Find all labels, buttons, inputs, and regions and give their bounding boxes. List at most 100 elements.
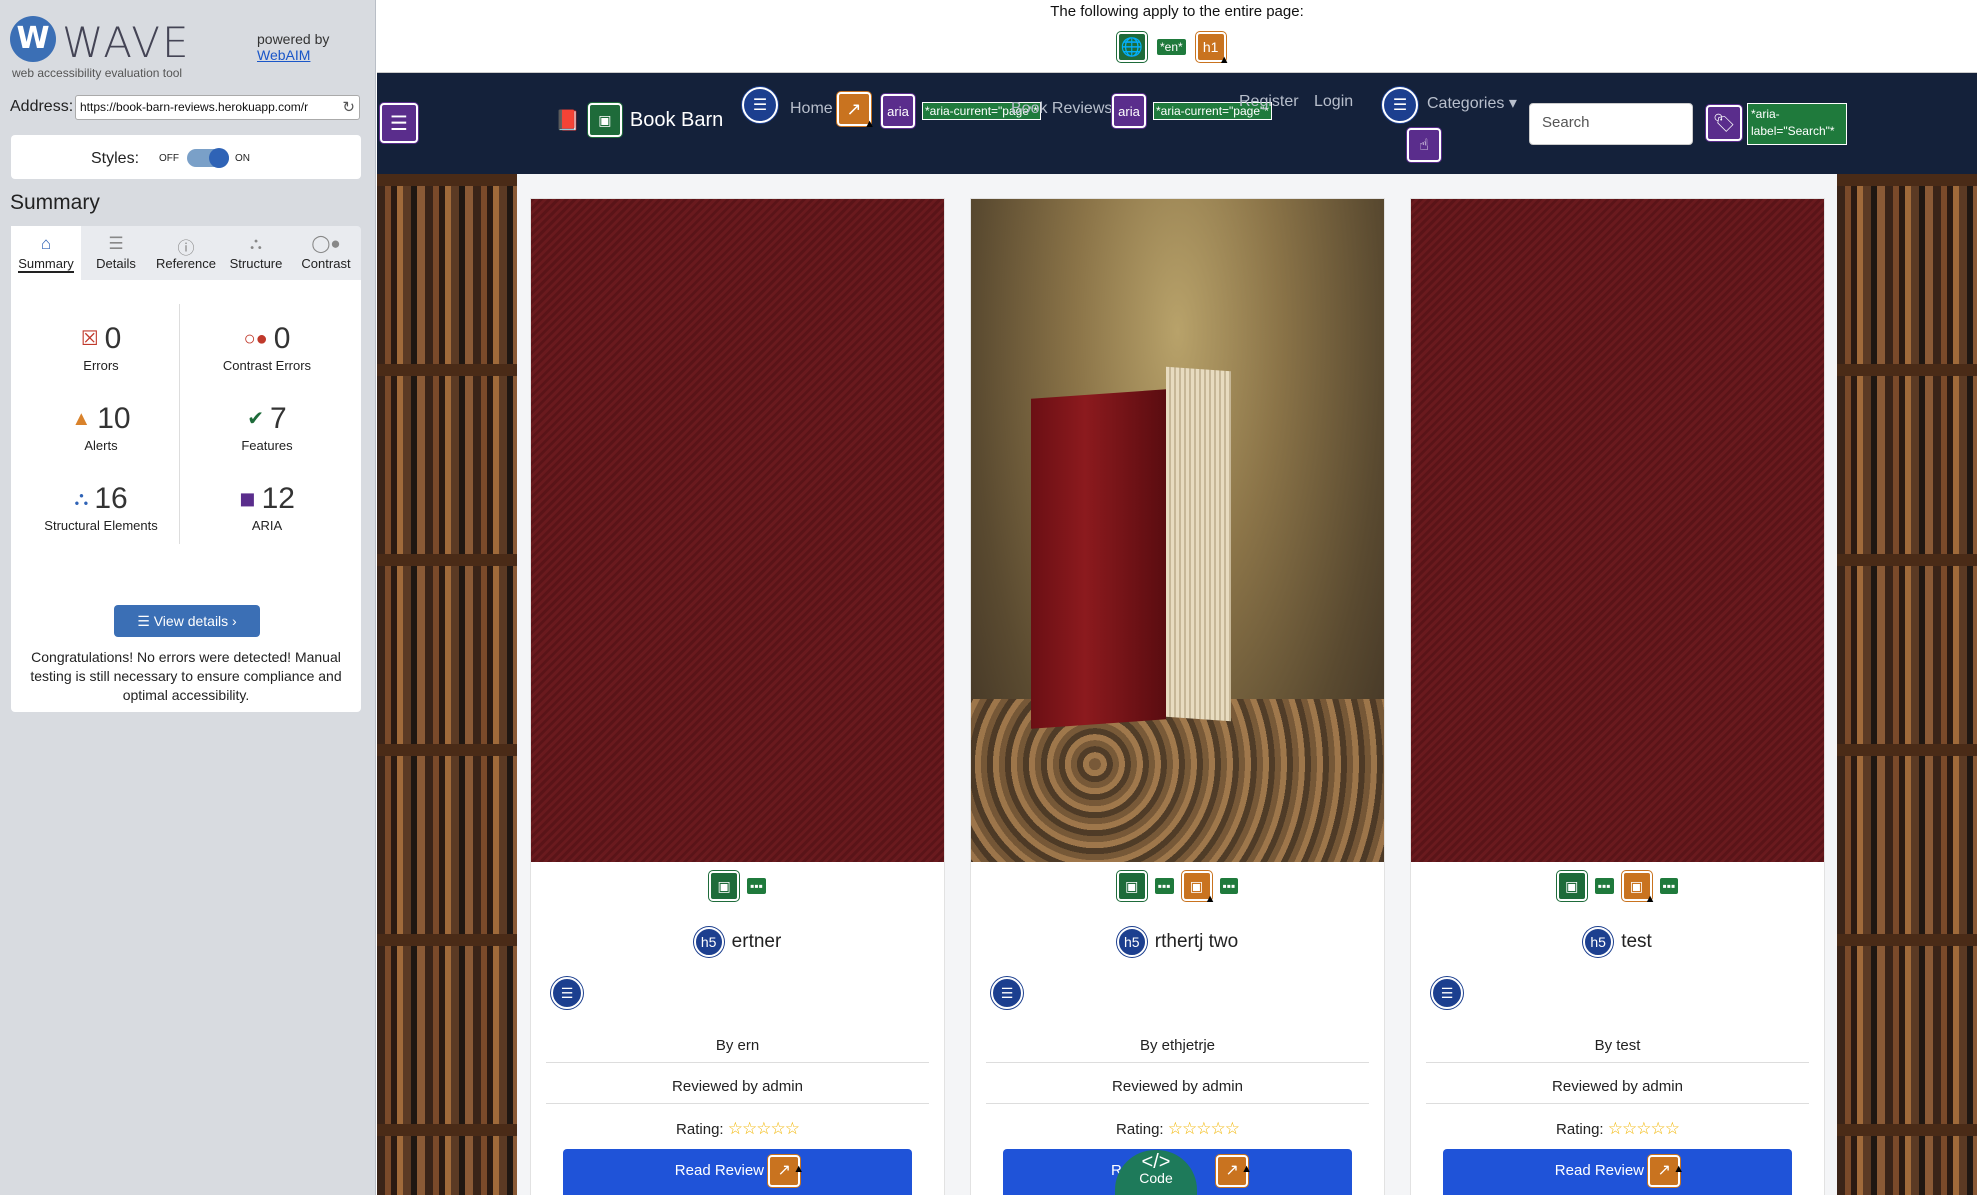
refresh-icon[interactable]: ↻ [342, 98, 355, 116]
card-author: By ethjetrje [986, 1029, 1369, 1063]
aria-cube-icon: ◼ [239, 488, 256, 510]
address-label: Address: [10, 98, 74, 115]
rating-stars: ☆☆☆☆☆ [727, 1119, 800, 1138]
stat-aria: ◼ 12 ARIA [187, 482, 347, 533]
warning-icon: ▲ [1673, 1163, 1685, 1176]
tab-label: Details [96, 256, 136, 271]
powered-by-text: powered by [257, 31, 330, 47]
alerts-count: 10 [97, 402, 131, 435]
code-brackets-icon: </> [1141, 1151, 1171, 1173]
card-image[interactable] [1411, 199, 1824, 862]
styles-on-label: ON [235, 153, 250, 164]
suspicious-alt-alert-icon: ▣ ▲ [1621, 871, 1656, 905]
address-value: https://book-barn-reviews.herokuapp.com/… [80, 100, 309, 114]
aria-label: ARIA [251, 518, 283, 533]
card-title: h5 ertner [531, 927, 944, 957]
contrast-error-icon: ○● [243, 328, 268, 350]
heading-h5-icon: h5 [1116, 927, 1147, 957]
card-image[interactable] [531, 199, 944, 862]
image-alt-icon: ▣ [587, 103, 622, 137]
styles-toggle-row: Styles: OFF ON [11, 135, 361, 179]
nav-login-link[interactable]: Login [1314, 93, 1353, 111]
tab-structure[interactable]: ⛬ Structure [221, 226, 291, 280]
rating-label: Rating: [1556, 1121, 1604, 1138]
read-review-button[interactable]: Read Review ↗ ▲ [1443, 1149, 1792, 1195]
warning-icon: ▲ [864, 118, 875, 130]
wave-sidebar: W WAVE web accessibility evaluation tool… [0, 0, 376, 1195]
aria-label-tag-icon: 🏷 [1706, 105, 1742, 141]
bookshelf-background-left [377, 174, 517, 1195]
brand[interactable]: 📕 ▣ Book Barn [555, 103, 723, 137]
language-globe-icon[interactable]: 🌐 [1117, 32, 1147, 62]
unordered-list-icon: ☰ [1382, 87, 1418, 123]
alt-text-tag-icon: ▪▪▪ [1659, 878, 1679, 894]
card-title-text: rthertj two [1154, 931, 1239, 952]
caret-down-icon: ▾ [1508, 95, 1517, 112]
unordered-list-icon: ☰ [991, 977, 1023, 1009]
aria-icon: aria [881, 94, 915, 128]
read-review-label: Read Review [674, 1162, 765, 1179]
redundant-link-alert-icon: ↗ ▲ [1648, 1155, 1684, 1188]
webaim-link[interactable]: WebAIM [257, 47, 329, 63]
search-input[interactable]: Search [1529, 103, 1693, 145]
aria-popup-icon: ☝ [1407, 128, 1441, 162]
tab-summary[interactable]: ⌂ Summary [11, 226, 81, 280]
tab-reference[interactable]: ⓘ Reference [151, 226, 221, 280]
warning-icon: ▲ [1218, 54, 1230, 66]
heading-h5-icon: h5 [1583, 927, 1614, 957]
tab-details[interactable]: ☰ Details [81, 226, 151, 280]
card-rating: Rating: ☆☆☆☆☆ [1426, 1111, 1809, 1147]
global-text: The following apply to the entire page: [1050, 3, 1304, 20]
nav-categories-dropdown[interactable]: Categories ▾ [1427, 93, 1517, 113]
styles-toggle[interactable] [187, 148, 229, 168]
alt-text-tag-icon: ▪▪▪ [1594, 878, 1614, 894]
errors-count: 0 [104, 322, 122, 355]
card-wave-icons: ▣ ▪▪▪ ▣ ▲ ▪▪▪ [1411, 871, 1824, 905]
linked-image-icon: ▣ [1556, 871, 1587, 901]
tab-label: Structure [229, 256, 283, 271]
tab-contrast[interactable]: ◯● Contrast [291, 226, 361, 280]
summary-heading: Summary [10, 191, 100, 214]
code-toggle-button[interactable]: </> Code [1115, 1150, 1197, 1195]
wave-subtitle: web accessibility evaluation tool [12, 66, 183, 80]
book-cover-photo [1031, 389, 1166, 729]
missing-h1-alert-icon[interactable]: h1 ▲ [1195, 32, 1230, 66]
card-image[interactable] [971, 199, 1384, 862]
warning-icon: ▲ [793, 1163, 805, 1176]
heading-h5-icon: h5 [693, 927, 724, 957]
rating-stars: ☆☆☆☆☆ [1607, 1119, 1680, 1138]
book-logo-icon: 📕 [555, 109, 580, 132]
read-review-label: Read Review [1554, 1162, 1645, 1179]
unordered-list-icon: ☰ [1431, 977, 1463, 1009]
review-card: ▣ ▪▪▪ ▣ ▲ ▪▪▪ h5 rthertj two ☰ By ethjetr… [970, 198, 1385, 1195]
stat-errors: ☒ 0 Errors [21, 322, 181, 373]
stat-features: ✔ 7 Features [187, 402, 347, 453]
styles-off-label: OFF [159, 153, 179, 164]
styles-label: Styles: [91, 150, 140, 167]
suspicious-alt-alert-icon: ▣ ▲ [1181, 871, 1216, 905]
redundant-link-alert-icon: ↗ ▲ [1216, 1155, 1252, 1188]
card-reviewer: Reviewed by admin [986, 1070, 1369, 1104]
nav-book-reviews-link[interactable]: Book Reviews [1011, 100, 1112, 118]
view-details-label: View details › [153, 613, 237, 629]
rating-stars: ☆☆☆☆☆ [1167, 1119, 1240, 1138]
nav-register-link[interactable]: Register [1239, 93, 1299, 111]
warning-icon: ▲ [1644, 893, 1656, 905]
contrast-label: Contrast Errors [222, 358, 312, 373]
search-aria-label-tag: *aria-label="Search"* [1747, 103, 1847, 145]
code-label: Code [1139, 1170, 1173, 1186]
warning-icon: ▲ [1204, 893, 1216, 905]
read-review-button[interactable]: Read Review ↗ ▲ [563, 1149, 912, 1195]
page-wide-icons-bar: The following apply to the entire page: … [377, 0, 1977, 73]
categories-label: Categories [1427, 95, 1505, 112]
nav-home-link[interactable]: Home [790, 100, 833, 118]
rating-label: Rating: [1116, 1121, 1164, 1138]
navbar-toggler-icon[interactable]: ☰ [380, 103, 418, 143]
view-details-button[interactable]: ☰ View details › [114, 605, 260, 637]
linked-image-icon: ▣ [709, 871, 740, 901]
address-input[interactable]: https://book-barn-reviews.herokuapp.com/… [75, 95, 360, 120]
congrats-message: Congratulations! No errors were detected… [30, 649, 342, 703]
features-count: 7 [270, 402, 287, 435]
list-icon: ☰ [137, 613, 154, 629]
card-reviewer: Reviewed by admin [546, 1070, 929, 1104]
